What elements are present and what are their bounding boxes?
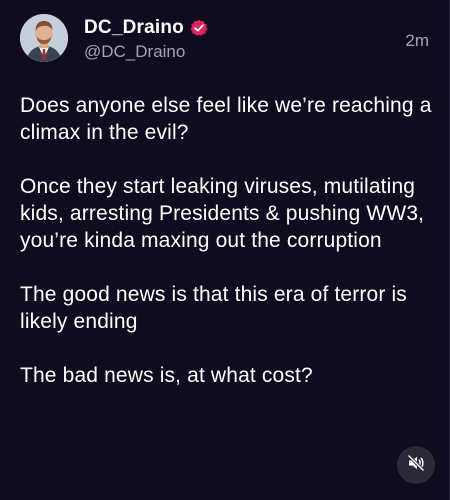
author-display-name[interactable]: DC_Draino (84, 17, 184, 39)
post-timestamp[interactable]: 2m (405, 31, 429, 51)
avatar-image (20, 14, 68, 62)
post-text: Does anyone else feel like we’re reachin… (20, 92, 440, 416)
author-name-row: DC_Draino (84, 17, 208, 39)
speaker-muted-icon (406, 453, 426, 478)
post-paragraph: The good news is that this era of terror… (20, 283, 407, 333)
post-paragraph: The bad news is, at what cost? (20, 364, 313, 387)
author-avatar[interactable] (20, 14, 68, 62)
post-header: DC_Draino @DC_Draino 2m (20, 14, 433, 70)
author-handle[interactable]: @DC_Draino (84, 42, 185, 62)
mute-toggle-button[interactable] (397, 446, 435, 484)
post-paragraph: Does anyone else feel like we’re reachin… (20, 94, 432, 144)
post-paragraph: Once they start leaking viruses, mutilat… (20, 175, 425, 252)
verified-badge-icon (190, 19, 208, 37)
post-card: DC_Draino @DC_Draino 2m Does anyone else… (0, 0, 450, 500)
